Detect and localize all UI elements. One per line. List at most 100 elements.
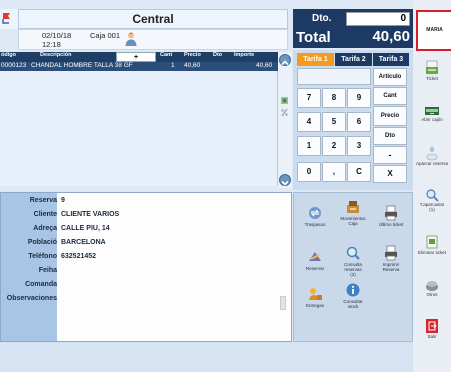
traspasos-button[interactable]: Traspasos xyxy=(297,205,333,249)
consultar-stock-button[interactable]: Consultar stock xyxy=(335,282,371,326)
items-table-header: ódigo Descripción + Cant Precio Dto Impo… xyxy=(0,52,278,62)
entregas-label: Entregas xyxy=(305,303,324,308)
right-toolbar xyxy=(413,0,451,372)
ultimo-ticket-button[interactable]: Último ticket xyxy=(373,205,409,249)
ultimo-ticket-label: Último ticket xyxy=(378,222,404,227)
items-table-body[interactable] xyxy=(0,71,278,186)
key-clear[interactable]: C xyxy=(347,162,371,182)
value-poblacio[interactable]: BARCELONA xyxy=(61,239,106,246)
session-time: 12:18 xyxy=(42,40,61,49)
key-precio[interactable]: Precio xyxy=(373,106,407,126)
key-dto[interactable]: Dto xyxy=(373,127,407,145)
row-descripcion: CHANDAL HOMBRE TALLA 38 GF xyxy=(31,62,133,69)
col-dto: Dto xyxy=(213,52,223,58)
tab-tarifa-1[interactable]: Tarifa 1 xyxy=(297,53,334,66)
keypad-display xyxy=(297,68,371,85)
delete-ticket-icon xyxy=(413,234,451,250)
key-0[interactable]: 0 xyxy=(297,162,321,182)
label-comanda: Comanda xyxy=(25,281,57,288)
value-adreca[interactable]: CALLE PIU, 14 xyxy=(61,225,110,232)
label-telefono: Teléfono xyxy=(28,253,57,260)
label-fecha: Feiha xyxy=(38,267,57,274)
traspasos-label: Traspasos xyxy=(304,222,326,227)
movimientos-caja-button[interactable]: Movimientos Caja xyxy=(335,199,371,243)
key-3[interactable]: 3 xyxy=(347,136,371,156)
others-icon xyxy=(413,278,451,292)
discount-line-icon[interactable] xyxy=(280,104,289,117)
key-6[interactable]: 6 xyxy=(347,112,371,132)
key-1[interactable]: 1 xyxy=(297,136,321,156)
salir-button[interactable]: Salir xyxy=(413,318,451,339)
otros-button[interactable]: Otros xyxy=(413,278,451,297)
key-8[interactable]: 8 xyxy=(322,88,346,108)
park-icon xyxy=(413,145,451,161)
abrir-cajon-label: Abrir cajón xyxy=(421,117,443,122)
label-observaciones: Observaciones xyxy=(6,295,57,302)
user-button[interactable]: MARIA xyxy=(416,10,451,51)
scroll-down-button[interactable] xyxy=(279,174,291,186)
key-x[interactable]: X xyxy=(373,165,407,183)
tab-tarifa-3[interactable]: Tarifa 3 xyxy=(373,53,409,66)
key-minus[interactable]: - xyxy=(373,146,407,164)
ticket-button[interactable]: Ticket xyxy=(413,60,451,81)
key-comma[interactable]: , xyxy=(322,162,346,182)
observaciones-scrollbar[interactable] xyxy=(280,296,286,310)
abrir-cajon-button[interactable]: Abrir cajón xyxy=(413,105,451,122)
store-title: Central xyxy=(18,9,288,29)
aparcar-reserva-button[interactable]: Aparcar reserva xyxy=(413,145,451,166)
aparcar-reserva-label: Aparcar reserva xyxy=(415,161,448,166)
info-icon xyxy=(335,282,371,298)
table-side-controls xyxy=(278,52,292,188)
user-avatar-icon[interactable] xyxy=(124,31,138,47)
parked-list-icon xyxy=(413,188,451,202)
eliminar-ticket-button[interactable]: Eliminar ticket xyxy=(413,234,451,255)
total-amount: 40,60 xyxy=(372,28,410,45)
key-cant[interactable]: Cant xyxy=(373,87,407,105)
discount-label: Dto. xyxy=(312,13,332,24)
detail-labels-column: Reserva Cliente Adreça Població Teléfono… xyxy=(1,193,57,341)
status-strip xyxy=(0,342,413,372)
consulta-reservas-label: Consulta reservas (2) xyxy=(344,262,362,277)
reservar-label: Reservar xyxy=(305,266,325,271)
col-precio: Precio xyxy=(184,52,201,58)
consultar-stock-label: Consultar stock xyxy=(343,299,363,309)
salir-label: Salir xyxy=(427,334,437,339)
key-articulo[interactable]: Artículo xyxy=(373,68,407,86)
drawer-icon xyxy=(413,105,451,117)
entregas-button[interactable]: Entregas xyxy=(297,286,333,330)
row-cant: 1 xyxy=(171,62,175,69)
eliminar-ticket-label: Eliminar ticket xyxy=(417,250,446,255)
col-descripcion: Descripción xyxy=(40,52,72,58)
scroll-up-button[interactable] xyxy=(279,54,291,66)
value-reserva[interactable]: 9 xyxy=(61,197,65,204)
session-date: 02/10/18 xyxy=(42,31,72,40)
tickets-aparcados-button[interactable]: T.aparcados (1) xyxy=(413,188,451,212)
add-item-button[interactable]: + xyxy=(116,52,156,62)
table-row[interactable]: 0000123 CHANDAL HOMBRE TALLA 38 GF 1 40,… xyxy=(0,62,278,71)
printer-icon xyxy=(373,205,409,221)
discount-field[interactable]: 0 xyxy=(346,12,410,26)
key-2[interactable]: 2 xyxy=(322,136,346,156)
row-importe: 40,60 xyxy=(256,62,273,69)
tab-tarifa-2[interactable]: Tarifa 2 xyxy=(335,53,372,66)
label-reserva: Reserva xyxy=(29,197,57,204)
edit-line-icon[interactable] xyxy=(280,92,289,104)
key-9[interactable]: 9 xyxy=(347,88,371,108)
col-cant: Cant xyxy=(160,52,173,58)
key-4[interactable]: 4 xyxy=(297,112,321,132)
key-7[interactable]: 7 xyxy=(297,88,321,108)
otros-label: Otros xyxy=(426,292,438,297)
value-telefono[interactable]: 632521452 xyxy=(61,253,96,260)
exit-icon xyxy=(413,318,451,334)
value-cliente[interactable]: CLIENTE VARIOS xyxy=(61,211,119,218)
row-codigo: 0000123 xyxy=(1,62,27,69)
cash-register-icon xyxy=(335,199,371,215)
reserve-icon xyxy=(297,249,333,265)
movimientos-caja-label: Movimientos Caja xyxy=(340,216,366,226)
print-reserve-icon xyxy=(373,245,409,261)
key-5[interactable]: 5 xyxy=(322,112,346,132)
imprimir-reserva-button[interactable]: Imprimir Reserva xyxy=(373,245,409,289)
col-importe: Importe xyxy=(234,52,255,58)
label-poblacio: Població xyxy=(27,239,57,246)
ticket-icon xyxy=(413,60,451,76)
